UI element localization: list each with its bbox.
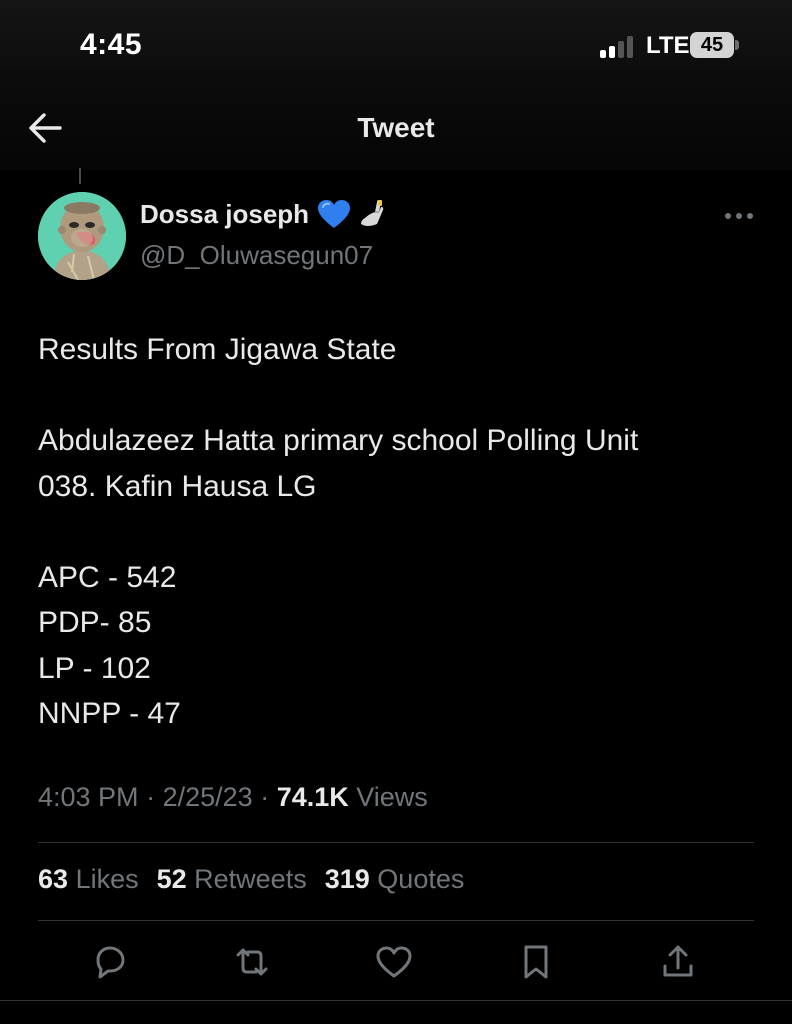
- action-bar: [0, 940, 792, 990]
- signal-strength-icon: [600, 36, 633, 58]
- battery-level: 45: [690, 32, 734, 58]
- author-name[interactable]: Dossa joseph: [140, 199, 309, 230]
- blue-heart-icon: [318, 200, 351, 228]
- tweet-line: PDP- 85: [38, 606, 152, 639]
- divider: [38, 842, 754, 843]
- status-bar: 4:45 LTE 45: [0, 0, 792, 90]
- like-icon[interactable]: [372, 940, 416, 984]
- nav-bar: Tweet: [0, 90, 792, 170]
- tweet-meta: 4:03 PM · 2/25/23 · 74.1K Views: [38, 782, 428, 812]
- author-name-row: Dossa joseph: [140, 198, 389, 230]
- likes-label: Likes: [75, 864, 139, 894]
- tweet-time: 4:03 PM: [38, 782, 139, 812]
- divider: [38, 920, 754, 921]
- tweet-line: Abdulazeez Hatta primary school Polling …: [38, 424, 639, 457]
- reply-icon[interactable]: [88, 940, 132, 984]
- hand-emoji-icon: [361, 200, 384, 226]
- status-time: 4:45: [80, 28, 143, 61]
- divider: [0, 1000, 792, 1001]
- network-type: LTE: [646, 32, 690, 59]
- tweet-date: 2/25/23: [162, 782, 253, 812]
- tweet-line: APC - 542: [38, 560, 177, 594]
- quotes-stat[interactable]: 319 Quotes: [325, 864, 465, 895]
- share-icon[interactable]: [656, 940, 700, 984]
- likes-stat[interactable]: 63 Likes: [38, 864, 139, 895]
- tweet-line: NNPP - 47: [38, 697, 181, 730]
- tweet-line: 038. Kafin Hausa LG: [38, 469, 317, 503]
- bookmark-icon[interactable]: [514, 940, 558, 984]
- views-label: Views: [356, 782, 428, 812]
- author-handle[interactable]: @D_Oluwasegun07: [140, 240, 373, 271]
- battery-icon: 45: [690, 32, 739, 58]
- thread-connector: [79, 168, 81, 184]
- tweet-line: Results From Jigawa State: [38, 333, 397, 366]
- quotes-label: Quotes: [377, 864, 465, 894]
- likes-count: 63: [38, 864, 69, 894]
- more-options-icon[interactable]: [722, 208, 756, 224]
- avatar[interactable]: [38, 192, 126, 280]
- tweet-line: LP - 102: [38, 651, 151, 685]
- views-count: 74.1K: [276, 782, 349, 812]
- page-title: Tweet: [357, 112, 435, 143]
- retweets-label: Retweets: [194, 864, 307, 894]
- retweets-stat[interactable]: 52 Retweets: [157, 864, 307, 895]
- tweet-text: Results From Jigawa State Abdulazeez Hat…: [38, 327, 758, 737]
- engagement-stats: 63 Likes 52 Retweets 319 Quotes: [38, 864, 464, 895]
- quotes-count: 319: [324, 864, 370, 894]
- ape-avatar-icon: [38, 192, 126, 280]
- retweet-icon[interactable]: [230, 940, 274, 984]
- retweets-count: 52: [156, 864, 187, 894]
